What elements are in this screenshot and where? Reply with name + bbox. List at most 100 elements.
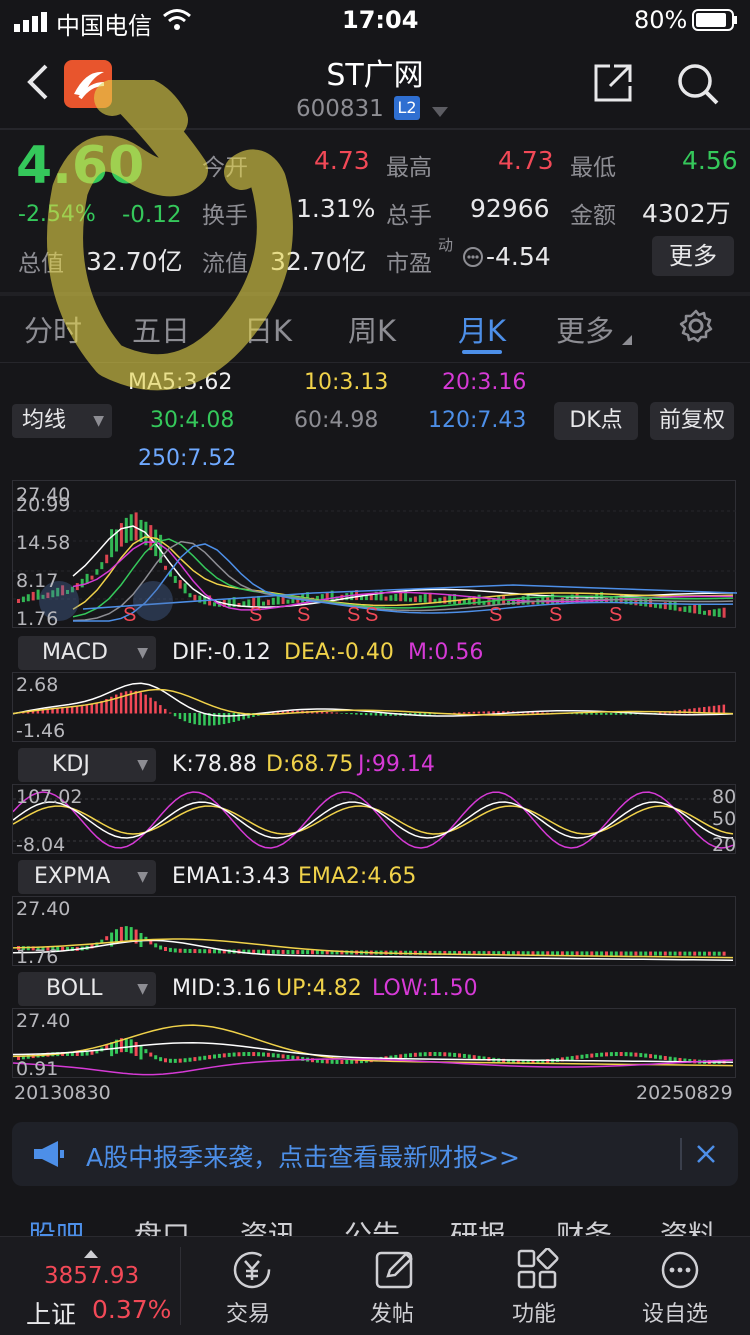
pe-value: -4.54 (486, 242, 551, 271)
volume-value: 92966 (470, 194, 550, 223)
candle (722, 607, 726, 618)
tab-daily-k[interactable]: 日K (244, 308, 292, 350)
candle (276, 1053, 280, 1058)
expma-selector-label: EXPMA (34, 864, 111, 889)
candle (649, 1054, 653, 1059)
share-icon[interactable] (592, 62, 634, 108)
candle (428, 592, 432, 603)
candle (526, 594, 530, 605)
candle (345, 1059, 349, 1064)
trade-tab[interactable]: 交易 (212, 1246, 292, 1327)
candle (443, 1052, 447, 1057)
quote-panel: 4.60 -2.54% -0.12 今开 4.73 最高 4.73 最低 4.5… (0, 130, 750, 290)
candle (154, 943, 158, 948)
macd-chart[interactable] (12, 672, 736, 742)
announcement-banner[interactable]: A股中报季来袭，点击查看最新财报>> (12, 1122, 738, 1186)
candle (222, 1053, 226, 1058)
tab-more-caret-icon (622, 330, 632, 349)
boll-selector[interactable]: BOLL ▼ (18, 972, 156, 1006)
tab-intraday[interactable]: 分时 (24, 308, 82, 350)
candle (560, 597, 564, 604)
index-name[interactable]: 上证 (26, 1295, 76, 1331)
candle (707, 610, 711, 616)
add-watchlist-tab[interactable]: 设自选 (638, 1246, 728, 1327)
candle (159, 1057, 163, 1062)
macd-selector[interactable]: MACD ▼ (18, 636, 156, 670)
tab-profile[interactable]: 资料 (660, 1214, 716, 1238)
kdj-ref-80: 80 (712, 786, 737, 808)
tab-five-day[interactable]: 五日 (132, 308, 190, 350)
candle (590, 1053, 594, 1058)
battery-icon (692, 9, 738, 37)
index-value[interactable]: 3857.93 (44, 1263, 139, 1289)
pe-info-icon[interactable] (462, 246, 484, 272)
candle (271, 597, 275, 605)
close-icon[interactable] (696, 1144, 716, 1168)
candle (673, 951, 677, 956)
macd-bar (173, 713, 177, 717)
macd-bar (605, 713, 608, 715)
boll-selector-label: BOLL (46, 976, 103, 1001)
settings-gear-icon[interactable] (678, 308, 714, 348)
tab-more[interactable]: 更多 (556, 308, 614, 350)
candle (17, 598, 20, 603)
candle (271, 1053, 275, 1058)
low-value: 4.56 (682, 146, 738, 175)
candle (85, 1051, 89, 1056)
macd-bar (482, 711, 485, 714)
candle (281, 949, 285, 954)
candle (119, 523, 123, 547)
tab-finance[interactable]: 财务 (556, 1214, 612, 1238)
kline-y-2: 20.99 (16, 494, 71, 516)
dk-point-button[interactable]: DK点 (554, 402, 638, 440)
kline-chart[interactable]: SSSSSSSS (12, 480, 737, 628)
float-value: 32.70亿 (270, 247, 367, 276)
tab-announcements[interactable]: 公告 (344, 1214, 400, 1238)
candle (703, 610, 706, 615)
level2-badge[interactable]: L2 (394, 96, 420, 120)
macd-bar (168, 712, 172, 714)
candle (693, 951, 697, 956)
tab-monthly-k[interactable]: 月K (458, 308, 506, 350)
boll-chart[interactable] (12, 1008, 736, 1078)
ma60-value: 60:4.98 (294, 408, 379, 433)
post-tab[interactable]: 发帖 (354, 1246, 434, 1327)
macd-bar (178, 713, 182, 720)
macd-bar (330, 712, 334, 714)
candle (178, 1058, 182, 1063)
candle (717, 951, 721, 956)
candle (462, 1053, 466, 1058)
candle (693, 604, 697, 614)
candle (683, 951, 687, 956)
function-tab[interactable]: 功能 (496, 1246, 576, 1327)
more-button[interactable]: 更多 (652, 236, 734, 276)
ma-selector[interactable]: 均线 ▼ (12, 404, 112, 438)
candle (384, 596, 388, 601)
candle (658, 951, 662, 956)
candle (663, 951, 667, 956)
expma-selector[interactable]: EXPMA ▼ (18, 860, 156, 894)
tab-research[interactable]: 研报 (450, 1214, 506, 1238)
candle (634, 951, 638, 956)
candle (217, 1053, 221, 1058)
tab-weekly-k[interactable]: 周K (348, 308, 396, 350)
kdj-selector[interactable]: KDJ ▼ (18, 748, 156, 782)
index-percent[interactable]: 0.37% (92, 1295, 171, 1324)
tab-guba[interactable]: 股吧 (28, 1214, 84, 1238)
expma-chart[interactable] (12, 896, 736, 966)
candle (712, 609, 716, 617)
forward-adjust-button[interactable]: 前复权 (650, 402, 734, 440)
candle (262, 1052, 265, 1057)
candle (614, 1052, 618, 1057)
search-icon[interactable] (676, 62, 720, 110)
candle (168, 947, 172, 952)
tab-news[interactable]: 资讯 (240, 1214, 296, 1238)
macd-y-top: 2.68 (16, 674, 59, 696)
candle (565, 951, 569, 956)
macd-bar (232, 713, 236, 723)
tab-orderbook[interactable]: 盘口 (134, 1214, 190, 1238)
dropdown-caret-icon[interactable] (432, 102, 448, 121)
macd-bar (144, 694, 147, 714)
candle (105, 936, 109, 941)
kdj-chart[interactable] (12, 784, 737, 854)
